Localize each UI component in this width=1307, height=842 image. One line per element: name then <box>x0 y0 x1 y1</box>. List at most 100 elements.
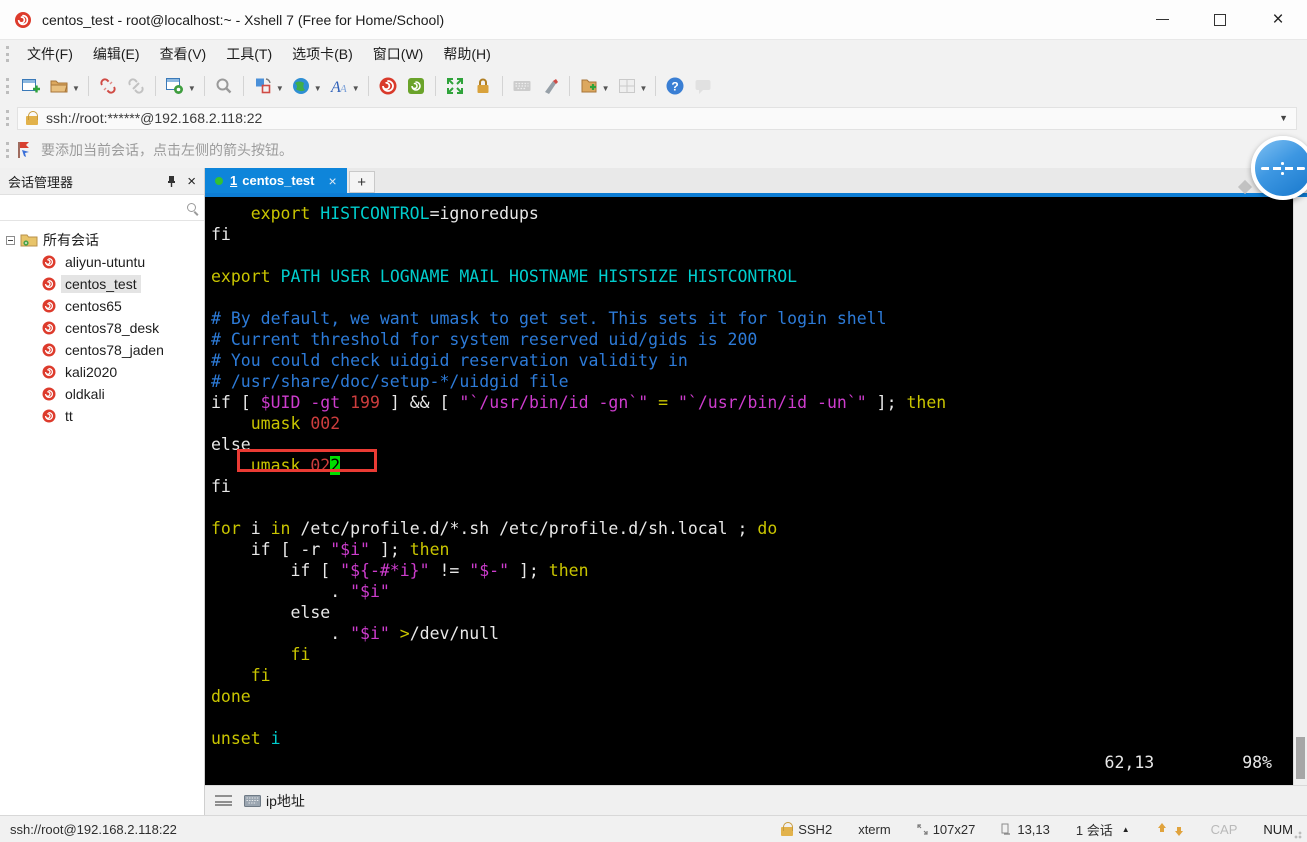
session-icon <box>42 255 56 269</box>
virtual-keyboard-icon[interactable] <box>509 73 535 99</box>
session-properties-dropdown[interactable]: ▼ <box>188 84 196 93</box>
xftp-icon[interactable] <box>403 73 429 99</box>
tab-close-icon[interactable]: × <box>328 173 336 189</box>
status-bar: ssh://root@192.168.2.118:22 SSH2 xterm 1… <box>0 815 1307 842</box>
open-session-icon[interactable] <box>46 73 72 99</box>
disconnect-icon[interactable] <box>95 73 121 99</box>
add-session-flag-icon[interactable] <box>17 141 33 159</box>
title-bar: centos_test - root@localhost:~ - Xshell … <box>0 0 1307 40</box>
web-browser-dropdown[interactable]: ▼ <box>314 84 322 93</box>
new-file-icon[interactable] <box>576 73 602 99</box>
menu-item[interactable]: 工具(T) <box>216 41 282 67</box>
window-title: centos_test - root@localhost:~ - Xshell … <box>42 11 445 28</box>
status-cursor-pos: 13,13 <box>1001 822 1050 837</box>
menu-item[interactable]: 选项卡(B) <box>282 41 363 67</box>
font-dropdown[interactable]: ▼ <box>352 84 360 93</box>
quick-command-button[interactable]: ip地址 <box>244 791 305 811</box>
menu-item[interactable]: 窗口(W) <box>363 41 434 67</box>
status-size: 107x27 <box>917 822 975 837</box>
session-root-node[interactable]: 所有会话 <box>6 229 204 251</box>
resize-grip[interactable] <box>1294 829 1304 839</box>
session-icon <box>42 343 56 357</box>
session-icon <box>42 365 56 379</box>
pin-icon[interactable] <box>165 175 177 188</box>
screen-layout-icon[interactable] <box>250 73 276 99</box>
session-item[interactable]: oldkali <box>6 383 204 405</box>
session-item[interactable]: aliyun-utuntu <box>6 251 204 273</box>
collapse-icon[interactable] <box>6 235 15 245</box>
floating-session-button[interactable] <box>1251 136 1307 200</box>
feedback-icon[interactable] <box>690 73 716 99</box>
menu-item[interactable]: 帮助(H) <box>433 41 500 67</box>
session-count-dropdown-icon[interactable]: ▲ <box>1122 825 1130 834</box>
menu-item[interactable]: 文件(F) <box>17 41 83 67</box>
session-properties-icon[interactable] <box>162 73 188 99</box>
address-dropdown-icon[interactable]: ▼ <box>1279 113 1288 123</box>
screen-layout-dropdown[interactable]: ▼ <box>276 84 284 93</box>
dot-cross-icon <box>1280 162 1284 175</box>
xagent-icon[interactable] <box>375 73 401 99</box>
highlight-annotation-box <box>237 449 377 472</box>
scrollbar-thumb[interactable] <box>1296 737 1305 779</box>
lock-icon <box>26 110 38 125</box>
font-icon[interactable]: AA <box>326 73 352 99</box>
session-name: kali2020 <box>65 364 118 380</box>
address-text[interactable]: ssh://root:******@192.168.2.118:22 <box>46 110 262 126</box>
scroll-percent: 98% <box>1242 753 1272 772</box>
session-name: tt <box>65 408 73 424</box>
session-item[interactable]: centos_test <box>6 273 204 295</box>
panel-close-icon[interactable]: × <box>187 174 196 189</box>
new-tab-button[interactable]: + <box>348 171 375 193</box>
menu-item[interactable]: 查看(V) <box>150 41 217 67</box>
fullscreen-icon[interactable] <box>442 73 468 99</box>
open-session-dropdown[interactable]: ▼ <box>72 84 80 93</box>
svg-text:A: A <box>339 83 347 95</box>
session-manager-title: 会话管理器 <box>8 174 74 190</box>
session-name: aliyun-utuntu <box>65 254 146 270</box>
session-icon <box>42 299 56 313</box>
new-session-icon[interactable] <box>18 73 44 99</box>
session-list: aliyun-utuntu centos_test centos65 cento… <box>6 251 204 427</box>
session-icon <box>42 321 56 335</box>
reconnect-icon[interactable] <box>123 73 149 99</box>
minimize-icon <box>1155 18 1169 21</box>
session-item[interactable]: tt <box>6 405 204 427</box>
tile-windows-dropdown[interactable]: ▼ <box>640 84 648 93</box>
help-icon[interactable]: ? <box>662 73 688 99</box>
toolbar-grip[interactable] <box>6 142 9 158</box>
status-protocol: SSH2 <box>781 821 832 837</box>
status-terminal-type[interactable]: xterm <box>858 822 891 837</box>
scroll-arrows[interactable] <box>1156 822 1185 836</box>
toolbar-grip[interactable] <box>6 45 9 62</box>
tab-centos-test[interactable]: 1 centos_test × <box>205 168 347 193</box>
status-session-count[interactable]: 1 会话 ▲ <box>1076 820 1130 839</box>
toolbar-grip[interactable] <box>6 77 9 94</box>
terminal-line: if [ -r "$i" ]; then <box>211 540 450 559</box>
menu-item[interactable]: 编辑(E) <box>83 41 150 67</box>
terminal-screen[interactable]: export HISTCONTROL=ignoredups fi export P… <box>205 197 1293 785</box>
session-item[interactable]: kali2020 <box>6 361 204 383</box>
toolbar-grip[interactable] <box>6 110 9 126</box>
session-search-box[interactable] <box>0 195 204 221</box>
close-button[interactable]: × <box>1249 0 1307 39</box>
minimize-button[interactable] <box>1133 0 1191 39</box>
compose-bar-icon[interactable] <box>537 73 563 99</box>
terminal-scrollbar[interactable] <box>1293 197 1307 785</box>
session-item[interactable]: centos78_jaden <box>6 339 204 361</box>
new-file-dropdown[interactable]: ▼ <box>602 84 610 93</box>
quickbar-menu-icon[interactable] <box>215 795 232 806</box>
find-icon[interactable] <box>211 73 237 99</box>
address-field[interactable]: ssh://root:******@192.168.2.118:22 ▼ <box>17 106 1297 130</box>
tile-windows-icon[interactable] <box>614 73 640 99</box>
web-browser-icon[interactable] <box>288 73 314 99</box>
session-tree: 所有会话 aliyun-utuntu centos_test centos65 … <box>0 221 204 427</box>
session-item[interactable]: centos65 <box>6 295 204 317</box>
session-item[interactable]: centos78_desk <box>6 317 204 339</box>
maximize-button[interactable] <box>1191 0 1249 39</box>
lock-screen-icon[interactable] <box>470 73 496 99</box>
vim-ruler: 62,13 98% <box>1105 753 1272 772</box>
terminal-line: if [ "${-#*i}" != "$-" ]; then <box>211 561 589 580</box>
